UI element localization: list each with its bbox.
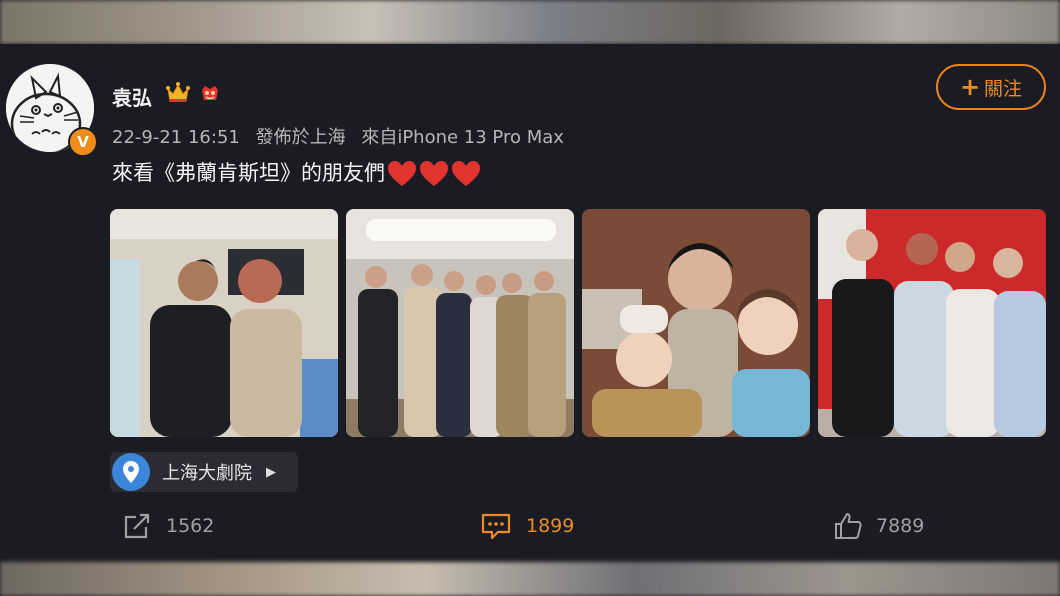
heart-icon [420, 161, 448, 186]
photo-1-two-men-backstage[interactable] [110, 209, 338, 437]
post-device: 來自iPhone 13 Pro Max [361, 127, 564, 148]
post-timestamp: 22-9-21 16:51 [112, 127, 240, 148]
heart-icon [452, 161, 480, 186]
comment-button[interactable]: 1899 [480, 512, 574, 540]
weibo-post-card: V 袁弘 22-9-21 16:51 發佈於上海 來自iPhone 13 Pro… [0, 44, 1060, 562]
plus-icon: + [959, 73, 981, 101]
blurred-background-top [0, 0, 1060, 44]
comment-count: 1899 [526, 515, 575, 537]
member-badge-icon [202, 86, 218, 100]
location-tag[interactable]: 上海大劇院 ▶ [110, 452, 298, 492]
heart-icon [388, 161, 416, 186]
location-pin-icon [112, 453, 150, 491]
like-count: 7889 [876, 515, 925, 537]
repost-button[interactable]: 1562 [122, 512, 214, 540]
chevron-right-icon: ▶ [266, 464, 276, 480]
photo-2-image [346, 209, 574, 437]
crown-icon [166, 82, 190, 102]
photo-2-group-hallway[interactable] [346, 209, 574, 437]
location-label: 上海大劇院 [162, 463, 252, 484]
post-body: 來看《弗蘭肯斯坦》的朋友們 [112, 161, 385, 185]
share-icon [124, 513, 150, 539]
photo-4-group-red-backdrop[interactable] [818, 209, 1046, 437]
verified-badge: V [68, 127, 98, 157]
photo-4-image [818, 209, 1046, 437]
post-meta: 22-9-21 16:51 發佈於上海 來自iPhone 13 Pro Max [112, 123, 574, 149]
follow-button[interactable]: + 關注 [936, 64, 1046, 110]
post-text: 來看《弗蘭肯斯坦》的朋友們 [112, 157, 483, 188]
hearts [387, 160, 483, 188]
post-location-text: 發佈於上海 [255, 127, 346, 148]
repost-count: 1562 [166, 515, 215, 537]
comment-icon [481, 513, 511, 540]
username[interactable]: 袁弘 [112, 82, 152, 111]
photo-3-image [582, 209, 810, 437]
photo-3-selfie-peace-signs[interactable] [582, 209, 810, 437]
photo-1-image [110, 209, 338, 437]
thumbs-up-icon [835, 513, 862, 539]
like-button[interactable]: 7889 [834, 512, 924, 540]
follow-label: 關注 [984, 77, 1023, 100]
blurred-background-bottom [0, 562, 1060, 596]
